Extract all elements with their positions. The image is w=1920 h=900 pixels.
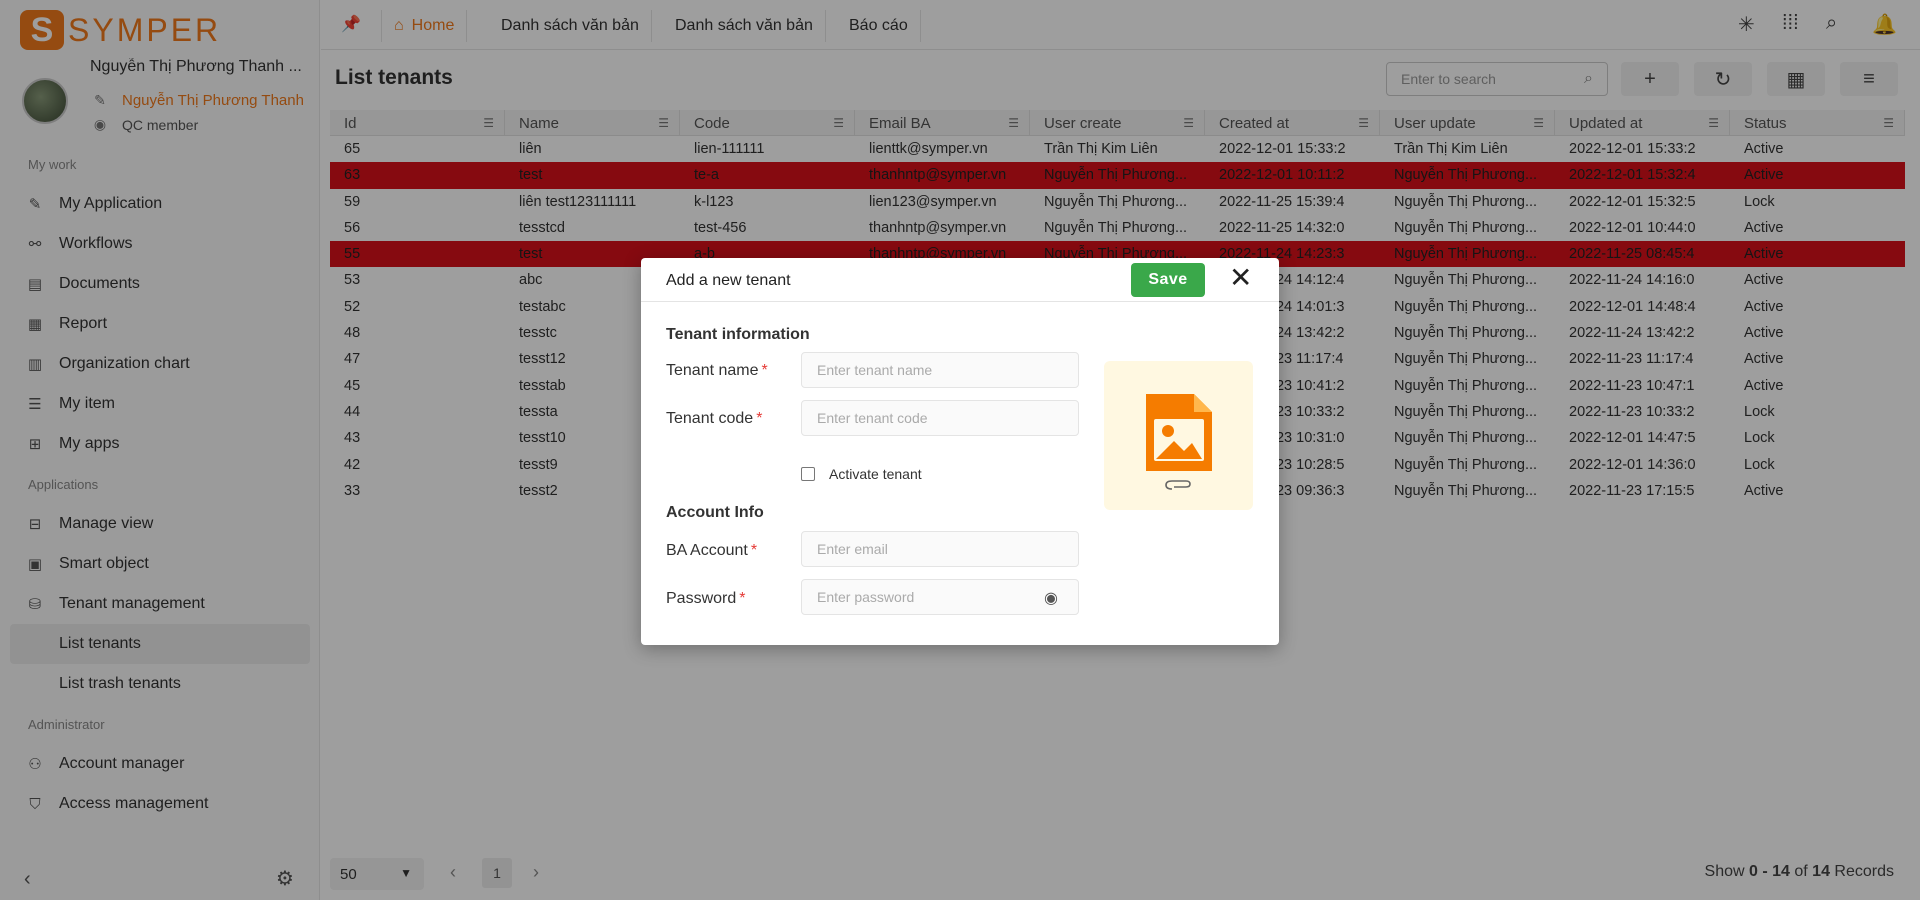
image-file-icon xyxy=(1146,394,1212,490)
ba-account-email-field[interactable]: Enter email xyxy=(801,531,1079,567)
tenant-name-label: Tenant name * xyxy=(666,362,768,380)
tenant-name-field[interactable]: Enter tenant name xyxy=(801,352,1079,388)
ba-account-label: BA Account * xyxy=(666,542,757,560)
tenant-info-heading: Tenant information xyxy=(666,326,810,343)
add-tenant-dialog: Add a new tenant Save ✕ Tenant informati… xyxy=(641,258,1279,645)
placeholder: Enter tenant code xyxy=(817,410,928,426)
required-mark: * xyxy=(756,410,763,427)
required-mark: * xyxy=(761,362,768,379)
label-text: Tenant code xyxy=(666,410,754,427)
placeholder: Enter tenant name xyxy=(817,362,933,378)
activate-tenant-checkbox[interactable]: Activate tenant xyxy=(801,466,922,482)
tenant-code-label: Tenant code * xyxy=(666,410,762,428)
dialog-header: Add a new tenant Save ✕ xyxy=(641,258,1279,302)
checkbox-label: Activate tenant xyxy=(829,466,922,482)
dialog-title: Add a new tenant xyxy=(666,272,791,289)
tenant-code-field[interactable]: Enter tenant code xyxy=(801,400,1079,436)
label-text: Password xyxy=(666,590,737,607)
placeholder: Enter email xyxy=(817,541,888,557)
required-mark: * xyxy=(750,542,758,559)
checkbox-box[interactable] xyxy=(801,467,815,481)
required-mark: * xyxy=(739,590,746,607)
password-label: Password * xyxy=(666,590,745,608)
label-text: Tenant name xyxy=(666,362,759,379)
label-text: BA Account xyxy=(666,542,748,559)
placeholder: Enter password xyxy=(817,589,915,605)
account-info-heading: Account Info xyxy=(666,504,764,521)
password-field[interactable]: Enter password ◉ xyxy=(801,579,1079,615)
tenant-image-upload[interactable] xyxy=(1104,361,1253,510)
close-icon[interactable]: ✕ xyxy=(1229,264,1252,292)
eye-off-icon[interactable]: ◉ xyxy=(1044,588,1058,608)
save-button[interactable]: Save xyxy=(1131,263,1205,297)
